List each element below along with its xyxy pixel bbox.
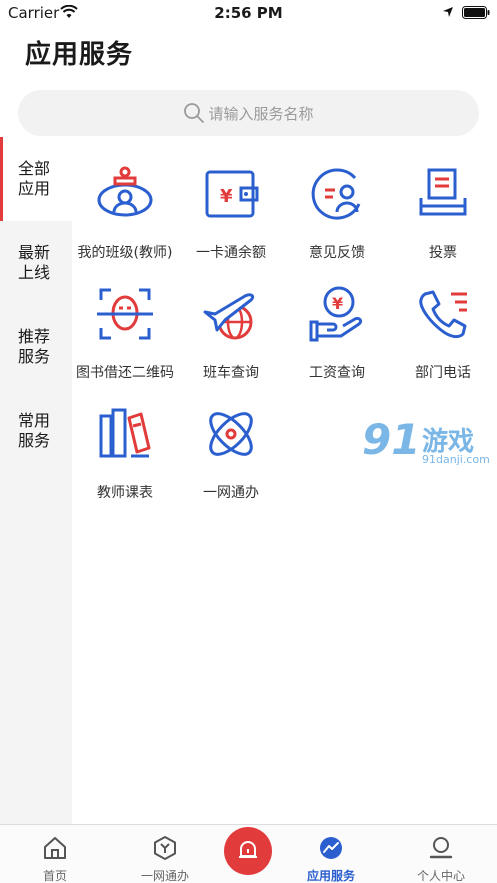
tab-label: 首页: [42, 869, 67, 883]
service-label: 教师课表: [97, 485, 153, 501]
phone-icon: [419, 290, 467, 339]
wallet-icon: ¥: [205, 170, 259, 218]
page-title: 应用服务: [25, 40, 134, 70]
watermark-logo: 91 游戏 91danji.com: [362, 415, 497, 470]
home-icon: [44, 837, 66, 859]
service-one-stop[interactable]: 一网通办: [178, 390, 284, 510]
svg-text:¥: ¥: [220, 186, 233, 207]
vote-icon: [419, 168, 467, 216]
hexagon-icon: [154, 836, 176, 860]
tab-profile[interactable]: 个人中心: [386, 825, 496, 883]
category-sidebar: 全部应用 最新上线 推荐服务 常用服务: [0, 137, 72, 824]
sidebar-item-recommended[interactable]: 推荐服务: [0, 305, 72, 389]
class-icon: [97, 166, 153, 217]
service-vote[interactable]: 投票: [390, 150, 496, 270]
service-department-phone[interactable]: 部门电话: [390, 270, 496, 390]
service-label: 一卡通余额: [196, 245, 266, 261]
watermark-url: 91danji.com: [422, 453, 490, 466]
user-icon: [429, 837, 453, 859]
service-feedback[interactable]: 意见反馈: [284, 150, 390, 270]
tab-label: 应用服务: [306, 869, 355, 883]
service-label: 意见反馈: [309, 245, 365, 261]
service-label: 部门电话: [415, 365, 471, 381]
tab-label: 一网通办: [140, 869, 189, 883]
sidebar-item-label: 推荐服务: [18, 327, 51, 366]
search-bar[interactable]: 请输入服务名称: [18, 90, 479, 136]
service-label: 一网通办: [203, 485, 259, 501]
books-icon: [99, 408, 151, 458]
bottom-tab-bar: 首页 一网通办 应用服务 个人中心: [0, 824, 497, 883]
search-placeholder: 请输入服务名称: [208, 104, 314, 123]
center-action-button[interactable]: [224, 827, 272, 875]
service-library-qr[interactable]: 图书借还二维码: [72, 270, 178, 390]
search-icon: [184, 103, 205, 123]
service-my-class[interactable]: 我的班级(教师): [72, 150, 178, 270]
chart-icon: [320, 837, 342, 859]
service-salary[interactable]: ¥ 工资查询: [284, 270, 390, 390]
bell-icon: [239, 841, 257, 858]
status-time: 2:56 PM: [214, 4, 283, 22]
atom-icon: [209, 412, 253, 456]
service-shuttle-bus[interactable]: 班车查询: [178, 270, 284, 390]
service-label: 我的班级(教师): [77, 245, 173, 261]
feedback-icon: [311, 168, 361, 220]
plane-globe-icon: [203, 293, 255, 340]
sidebar-item-all-apps[interactable]: 全部应用: [0, 137, 72, 221]
sidebar-item-label: 最新上线: [18, 243, 51, 282]
tab-home[interactable]: 首页: [0, 825, 110, 883]
status-bar: Carrier 2:56 PM: [0, 0, 497, 26]
sidebar-item-label: 常用服务: [18, 411, 51, 450]
tab-one-stop[interactable]: 一网通办: [110, 825, 220, 883]
sidebar-item-new[interactable]: 最新上线: [0, 221, 72, 305]
service-label: 班车查询: [203, 365, 259, 381]
service-card-balance[interactable]: ¥ 一卡通余额: [178, 150, 284, 270]
battery-icon: [462, 6, 490, 19]
tab-label: 个人中心: [416, 869, 465, 883]
sidebar-item-label: 全部应用: [18, 159, 51, 198]
service-teacher-schedule[interactable]: 教师课表: [72, 390, 178, 510]
tab-app-services[interactable]: 应用服务: [276, 825, 386, 883]
service-label: 图书借还二维码: [76, 365, 174, 381]
service-label: 投票: [429, 245, 457, 261]
location-arrow-icon: [443, 7, 453, 17]
service-label: 工资查询: [309, 365, 365, 381]
face-scan-icon: [97, 288, 153, 340]
sidebar-item-frequent[interactable]: 常用服务: [0, 389, 72, 473]
salary-hand-icon: ¥: [309, 286, 363, 342]
svg-text:¥: ¥: [332, 294, 343, 313]
watermark-number: 91: [362, 415, 421, 464]
